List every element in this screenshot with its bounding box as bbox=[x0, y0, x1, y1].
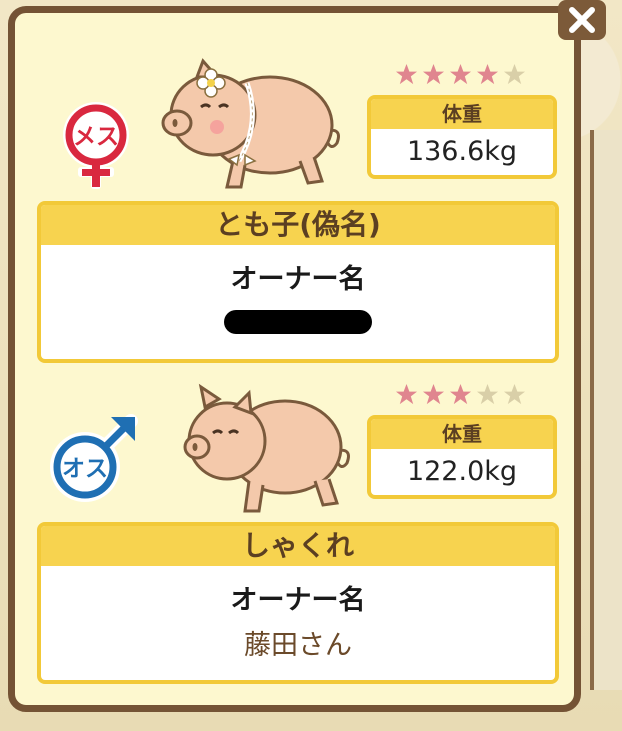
close-icon bbox=[569, 7, 595, 33]
owner-name-redacted bbox=[224, 310, 372, 334]
female-pig-image bbox=[161, 58, 340, 189]
male-rating bbox=[395, 383, 526, 406]
pig-name: とも子(偽名) bbox=[41, 205, 555, 245]
male-badge: オス bbox=[45, 409, 145, 513]
star-filled-icon bbox=[395, 383, 418, 405]
close-button[interactable] bbox=[558, 0, 606, 40]
star-filled-icon bbox=[395, 63, 418, 85]
weight-value: 136.6kg bbox=[406, 136, 518, 167]
male-symbol-icon: オス bbox=[50, 414, 138, 502]
female-badge-label: メス bbox=[73, 124, 119, 150]
male-name-card: しゃくれ オーナー名 藤田さん bbox=[37, 522, 559, 684]
pig-name: しゃくれ bbox=[41, 526, 555, 566]
background-panel-edge bbox=[590, 130, 622, 690]
star-empty-icon bbox=[503, 383, 526, 405]
star-filled-icon bbox=[449, 63, 472, 85]
weight-label: 体重 bbox=[371, 99, 553, 129]
female-rating bbox=[395, 63, 526, 86]
female-weight-box: 体重 136.6kg bbox=[367, 95, 557, 179]
star-filled-icon bbox=[422, 63, 445, 85]
star-empty-icon bbox=[503, 63, 526, 85]
pig-info-dialog: メス 体重 136.6kg とも子(偽名) オーナー名 オス 体重 122.0k… bbox=[8, 6, 581, 712]
star-filled-icon bbox=[422, 383, 445, 405]
female-symbol-icon: メス bbox=[63, 102, 129, 189]
owner-label: オーナー名 bbox=[230, 264, 366, 295]
male-badge-label: オス bbox=[62, 456, 108, 482]
male-weight-box: 体重 122.0kg bbox=[367, 415, 557, 499]
male-pig-image bbox=[183, 383, 350, 513]
weight-label: 体重 bbox=[371, 419, 553, 449]
weight-value: 122.0kg bbox=[406, 456, 518, 487]
owner-label: オーナー名 bbox=[230, 585, 366, 616]
star-filled-icon bbox=[476, 63, 499, 85]
female-name-card: とも子(偽名) オーナー名 bbox=[37, 201, 559, 363]
star-empty-icon bbox=[476, 383, 499, 405]
star-filled-icon bbox=[449, 383, 472, 405]
owner-name: 藤田さん bbox=[244, 630, 352, 661]
female-badge: メス bbox=[51, 97, 141, 201]
